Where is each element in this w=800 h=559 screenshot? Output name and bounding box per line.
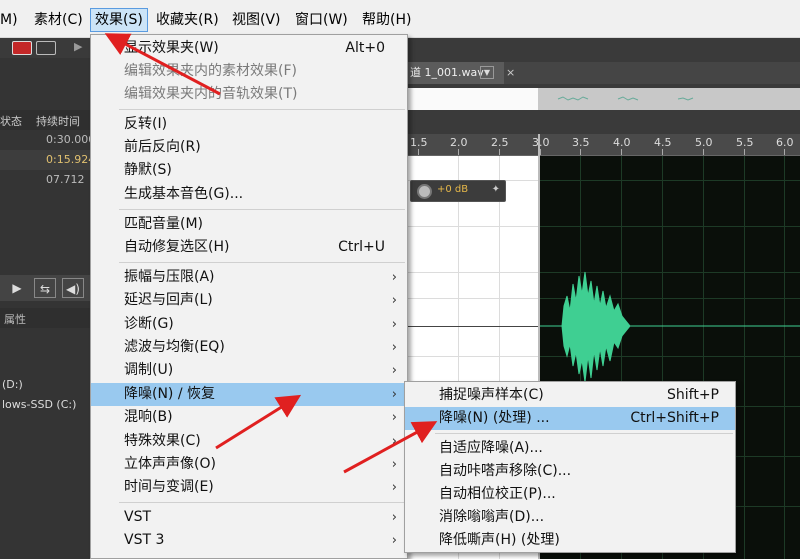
file-duration: 07.712 xyxy=(46,173,85,186)
menu-item-stereo-imagery[interactable]: 立体声声像(O) › xyxy=(91,453,407,476)
ruler-tick: 3.0 xyxy=(532,136,550,149)
tab-close-icon[interactable]: × xyxy=(506,62,515,84)
menu-help[interactable]: 帮助(H) xyxy=(362,9,411,31)
toolbar-play-icon[interactable]: ▶ xyxy=(74,40,82,53)
menu-item-vst3[interactable]: VST 3 › xyxy=(91,529,407,552)
pin-icon[interactable]: ✦ xyxy=(492,184,500,195)
menu-item-diagnostics[interactable]: 诊断(G) › xyxy=(91,313,407,336)
volume-knob-icon[interactable] xyxy=(417,184,432,199)
editor-tab-strip: 道 1_001.wav ▼ × xyxy=(408,62,800,84)
menu-item-time-pitch[interactable]: 时间与变调(E) › xyxy=(91,476,407,499)
submenu-arrow-icon: › xyxy=(391,270,397,285)
ruler-tick: 6.0 xyxy=(776,136,794,149)
menu-item-noise-reduction[interactable]: 降噪(N) / 恢复 › xyxy=(91,383,407,406)
file-duration: 0:15.924 xyxy=(46,153,96,166)
menu-item-auto-heal[interactable]: 自动修复选区(H) Ctrl+U xyxy=(91,236,407,259)
drive-item[interactable]: (D:) xyxy=(2,378,23,391)
file-row[interactable]: 0:30.000 xyxy=(0,130,95,150)
record-view-button[interactable] xyxy=(12,41,32,55)
menu-item-delay-echo[interactable]: 延迟与回声(L) › xyxy=(91,289,407,312)
ruler-tick: 2.0 xyxy=(450,136,468,149)
menu-item-show-effects-rack[interactable]: 显示效果夹(W) Alt+0 xyxy=(91,37,407,60)
noise-reduction-submenu: 捕捉噪声样本(C) Shift+P 降噪(N) (处理) ... Ctrl+Shif… xyxy=(404,381,736,553)
submenu-arrow-icon: › xyxy=(391,533,397,548)
submenu-item-auto-click-remover[interactable]: 自动咔嗒声移除(C)... xyxy=(405,460,735,483)
menu-item-generate-tones[interactable]: 生成基本音色(G)... xyxy=(91,183,407,206)
menu-separator xyxy=(435,433,733,434)
submenu-item-dehummer[interactable]: 消除嗡嗡声(D)... xyxy=(405,506,735,529)
menu-item-silence[interactable]: 静默(S) xyxy=(91,159,407,182)
ruler-tick: 2.5 xyxy=(491,136,509,149)
ruler-tick: 3.5 xyxy=(572,136,590,149)
preview-transport: ▶ ⇆ ◀) xyxy=(0,275,90,301)
menu-item-filter-eq[interactable]: 滤波与均衡(EQ) › xyxy=(91,336,407,359)
volume-value: +0 dB xyxy=(437,184,469,195)
volume-icon[interactable]: ◀) xyxy=(62,278,84,298)
menu-favorites[interactable]: 收藏夹(R) xyxy=(156,9,219,31)
play-icon[interactable]: ▶ xyxy=(6,278,28,298)
effects-menu: 显示效果夹(W) Alt+0 编辑效果夹内的素材效果(F) 编辑效果夹内的音轨效果… xyxy=(90,34,408,559)
submenu-arrow-icon: › xyxy=(391,457,397,472)
menu-edit-partial[interactable]: M) xyxy=(0,9,18,31)
drive-item[interactable]: lows-SSD (C:) xyxy=(2,398,76,411)
menu-separator xyxy=(119,109,405,110)
menu-item-special[interactable]: 特殊效果(C) › xyxy=(91,430,407,453)
overview-waveform xyxy=(557,96,694,101)
menu-item-amplitude[interactable]: 振幅与压限(A) › xyxy=(91,266,407,289)
files-panel: 状态 持续时间 0:30.000 0:15.924 07.712 ▶ ⇆ ◀) … xyxy=(0,58,95,559)
menu-clip[interactable]: 素材(C) xyxy=(34,9,83,31)
loop-icon[interactable]: ⇆ xyxy=(34,278,56,298)
menubar: M) 素材(C) 效果(S) 收藏夹(R) 视图(V) 窗口(W) 帮助(H) xyxy=(0,0,800,38)
submenu-item-capture-noise-print[interactable]: 捕捉噪声样本(C) Shift+P xyxy=(405,384,735,407)
col-duration: 持续时间 xyxy=(36,115,80,128)
menu-separator xyxy=(119,209,405,210)
menu-window[interactable]: 窗口(W) xyxy=(295,9,348,31)
submenu-item-hiss-reduction[interactable]: 降低嘶声(H) (处理) xyxy=(405,529,735,552)
submenu-arrow-icon: › xyxy=(391,340,397,355)
menu-item-match-volume[interactable]: 匹配音量(M) xyxy=(91,213,407,236)
ruler-tick: 4.5 xyxy=(654,136,672,149)
file-row[interactable]: 0:15.924 xyxy=(0,150,95,170)
submenu-arrow-icon: › xyxy=(391,510,397,525)
menu-item-vst[interactable]: VST › xyxy=(91,506,407,529)
menu-effects[interactable]: 效果(S) xyxy=(90,8,148,32)
menu-view[interactable]: 视图(V) xyxy=(232,9,281,31)
menu-item-edit-track-effects: 编辑效果夹内的音轨效果(T) xyxy=(124,86,298,102)
ruler-tick: 5.0 xyxy=(695,136,713,149)
menu-item-reverb[interactable]: 混响(B) › xyxy=(91,406,407,429)
submenu-item-noise-reduction-process[interactable]: 降噪(N) (处理) ... Ctrl+Shift+P xyxy=(405,407,735,430)
spectrum-view-button[interactable] xyxy=(36,41,56,55)
submenu-arrow-icon: › xyxy=(391,480,397,495)
properties-label: 属性 xyxy=(4,313,26,326)
ruler-tick: 5.5 xyxy=(736,136,754,149)
col-status: 状态 xyxy=(0,115,22,128)
ruler-tick: 4.0 xyxy=(613,136,631,149)
menu-item-edit-clip-effects: 编辑效果夹内的素材效果(F) xyxy=(124,63,297,79)
properties-header: 属性 xyxy=(0,308,90,328)
time-ruler[interactable]: 1.5 2.0 2.5 3.0 3.5 4.0 4.5 5.0 5.5 6.0 xyxy=(408,134,800,156)
menu-item-reverse[interactable]: 前后反向(R) xyxy=(91,136,407,159)
ruler-tick: 1.5 xyxy=(410,136,428,149)
file-row[interactable]: 07.712 xyxy=(0,170,90,190)
menu-separator xyxy=(119,502,405,503)
submenu-item-auto-phase-correction[interactable]: 自动相位校正(P)... xyxy=(405,483,735,506)
file-duration: 0:30.000 xyxy=(46,133,96,146)
submenu-arrow-icon: › xyxy=(391,317,397,332)
submenu-arrow-icon: › xyxy=(391,293,397,308)
files-header: 状态 持续时间 xyxy=(0,110,90,130)
menu-separator xyxy=(119,262,405,263)
volume-hud: +0 dB ✦ xyxy=(410,180,506,202)
submenu-arrow-icon: › xyxy=(391,434,397,449)
overview-bar[interactable] xyxy=(408,88,800,110)
submenu-item-adaptive-noise[interactable]: 自适应降噪(A)... xyxy=(405,437,735,460)
menu-item-modulation[interactable]: 调制(U) › xyxy=(91,359,407,382)
menu-item-invert[interactable]: 反转(I) xyxy=(91,113,407,136)
submenu-arrow-icon: › xyxy=(391,410,397,425)
tab-dropdown-icon[interactable]: ▼ xyxy=(480,66,494,79)
editor-tab-label: 道 1_001.wav xyxy=(410,66,484,79)
submenu-arrow-icon: › xyxy=(391,363,397,378)
submenu-arrow-icon: › xyxy=(391,387,397,402)
